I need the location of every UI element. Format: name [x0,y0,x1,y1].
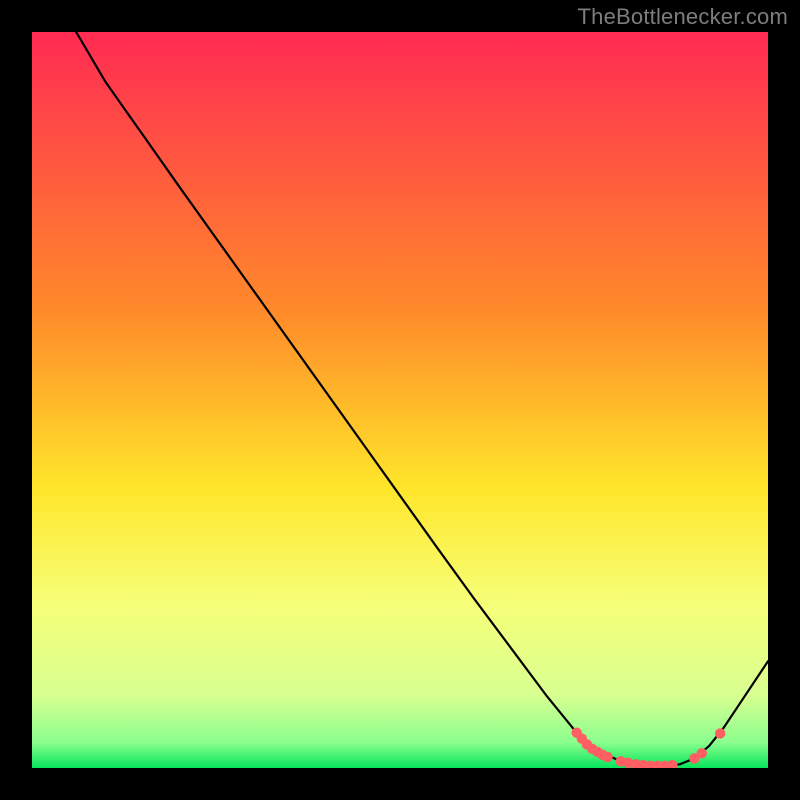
attribution-label: TheBottlenecker.com [578,4,788,30]
highlight-dot [602,752,612,762]
plot-area [32,32,768,768]
highlight-dot [715,728,725,738]
chart-svg [32,32,768,768]
highlight-dot [697,748,707,758]
gradient-background [32,32,768,768]
chart-frame: TheBottlenecker.com [0,0,800,800]
